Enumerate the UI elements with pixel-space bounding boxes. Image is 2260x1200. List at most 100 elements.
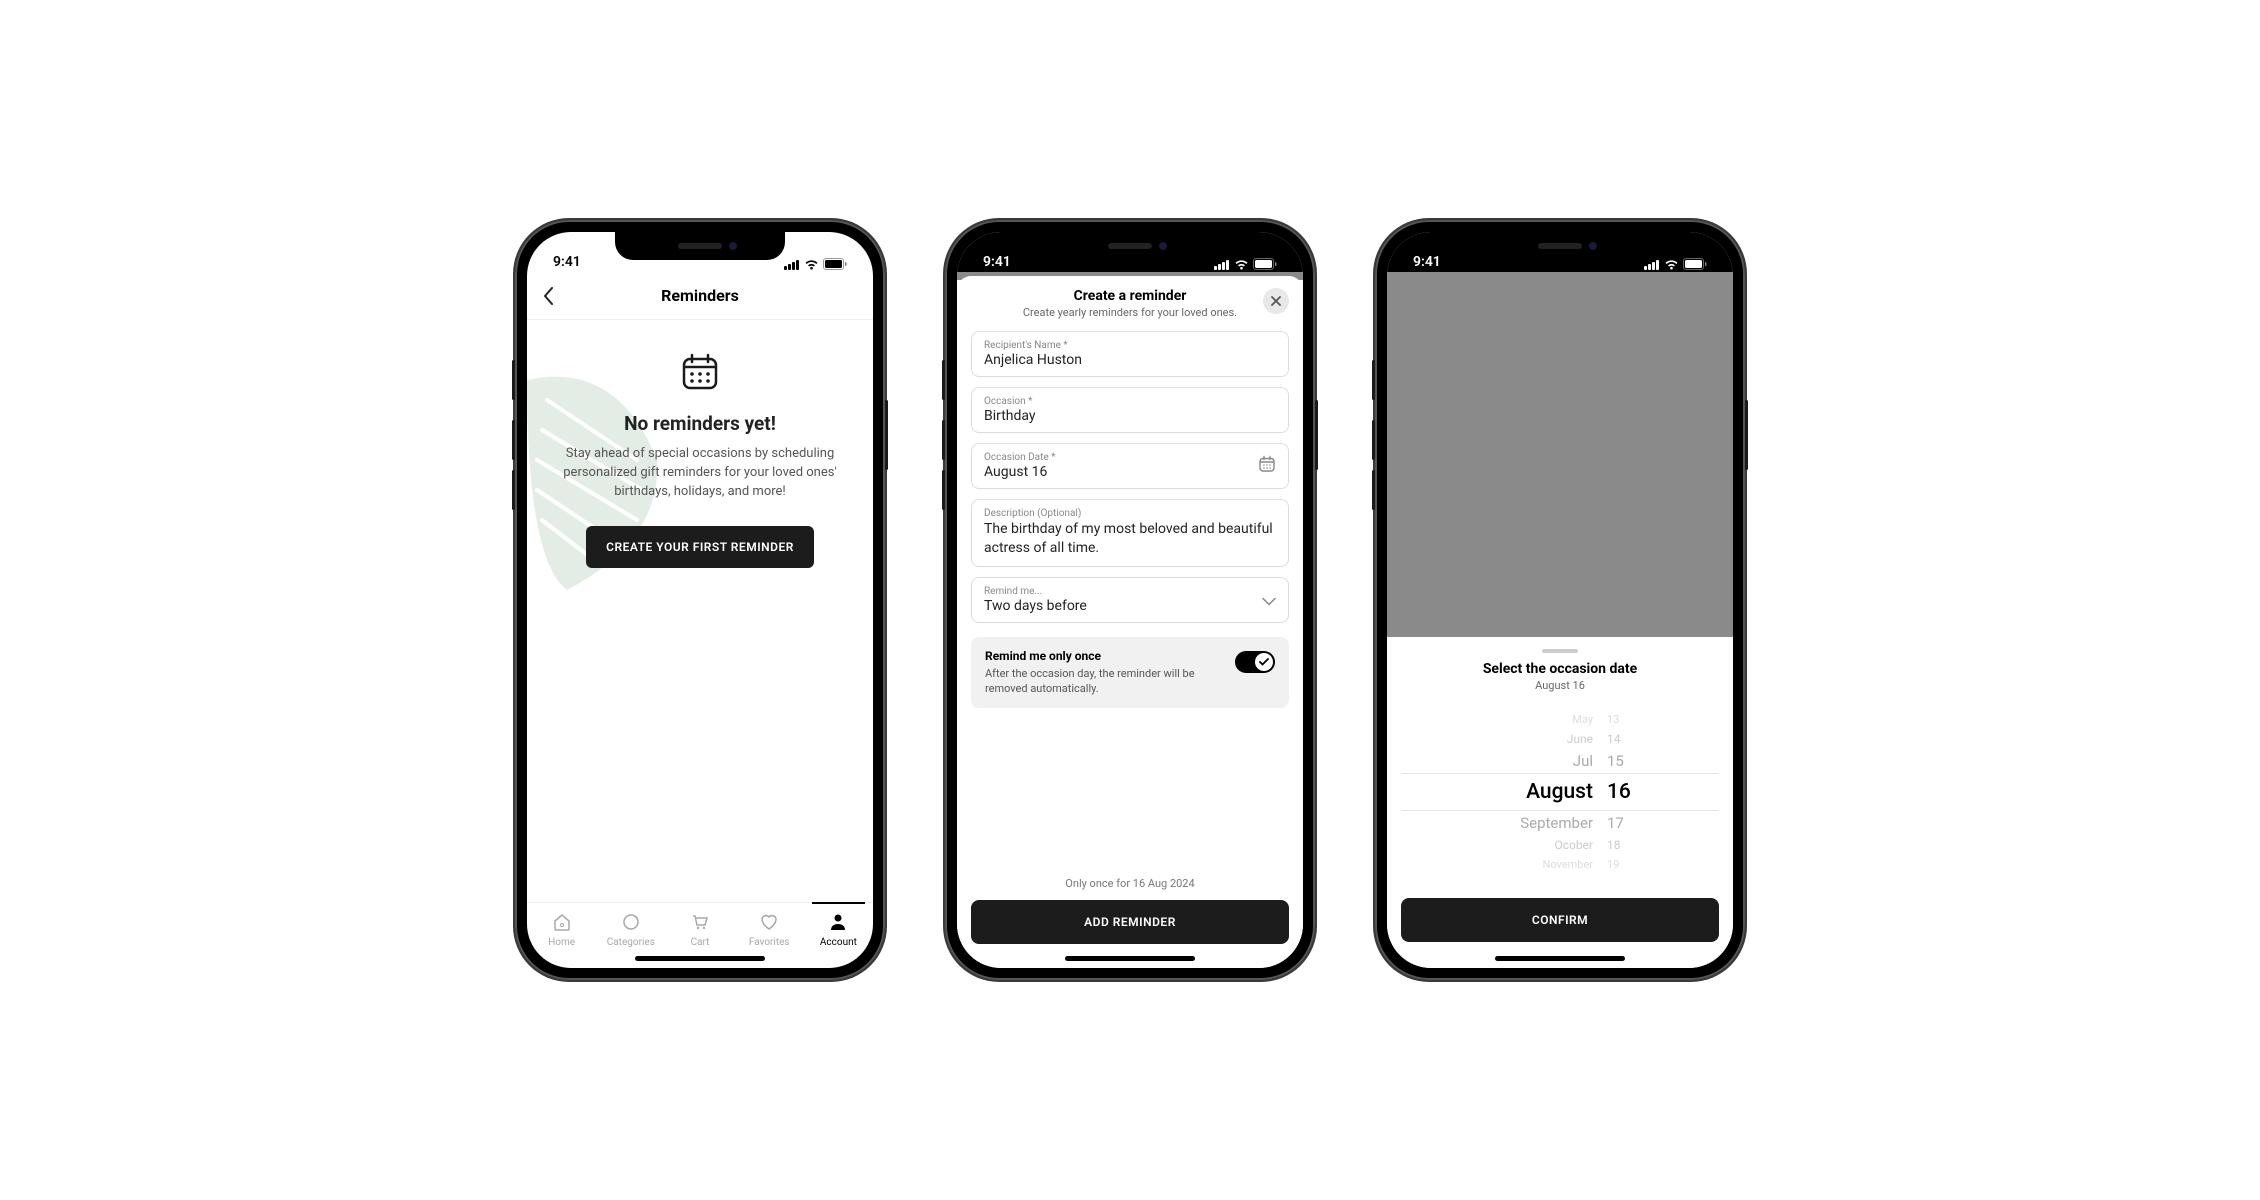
description-field[interactable]: Description (Optional) The birthday of m… — [971, 499, 1289, 567]
home-indicator[interactable] — [1065, 956, 1195, 961]
screen-date-picker: 9:41 Select the occasion date August 16 … — [1387, 232, 1733, 968]
cellular-icon — [1214, 259, 1230, 270]
picker-day: 14 — [1607, 732, 1637, 746]
notch — [615, 232, 785, 260]
calendar-icon — [1258, 455, 1276, 477]
chevron-down-icon — [1262, 590, 1276, 609]
date-picker-sheet: Select the occasion date August 16 May 13… — [1387, 637, 1733, 968]
picker-month: June — [1483, 732, 1593, 746]
tab-label: Home — [548, 937, 575, 948]
home-indicator[interactable] — [635, 956, 765, 961]
phone-frame-3: 9:41 Select the occasion date August 16 … — [1375, 220, 1745, 980]
battery-icon — [823, 258, 847, 270]
sheet-title: Create a reminder — [971, 288, 1289, 304]
picker-day-selected: 16 — [1607, 780, 1637, 804]
picker-day: 19 — [1607, 858, 1637, 871]
status-icons — [784, 258, 847, 270]
tab-account[interactable]: Account — [804, 911, 873, 948]
empty-state: No reminders yet! Stay ahead of special … — [527, 320, 873, 902]
wifi-icon — [804, 259, 819, 270]
wifi-icon — [1234, 259, 1249, 270]
field-label: Description (Optional) — [984, 508, 1276, 519]
toggle-knob — [1255, 653, 1273, 671]
status-time: 9:41 — [553, 254, 581, 270]
tab-home[interactable]: Home — [527, 911, 596, 948]
calendar-icon — [680, 352, 720, 392]
home-indicator[interactable] — [1495, 956, 1625, 961]
remind-once-box: Remind me only once After the occasion d… — [971, 637, 1289, 709]
drag-handle[interactable] — [1542, 649, 1578, 653]
picker-day: 13 — [1607, 713, 1637, 726]
status-icons — [1214, 258, 1277, 270]
footer-caption: Only once for 16 Aug 2024 — [971, 877, 1289, 890]
picker-subtitle: August 16 — [1401, 679, 1719, 692]
heart-icon — [758, 911, 780, 933]
notch — [1045, 232, 1215, 260]
confirm-button[interactable]: CONFIRM — [1401, 898, 1719, 942]
field-value: August 16 — [984, 464, 1276, 480]
add-reminder-button[interactable]: ADD REMINDER — [971, 900, 1289, 944]
picker-month: November — [1483, 858, 1593, 871]
screen-create-reminder: 9:41 Create a reminder Create yearly rem… — [957, 232, 1303, 968]
picker-month: September — [1483, 814, 1593, 832]
field-value: Birthday — [984, 408, 1276, 424]
screen-reminders-empty: 9:41 Reminders No reminders yet! Stay ah… — [527, 232, 873, 968]
cellular-icon — [1644, 259, 1660, 270]
occasion-field[interactable]: Occasion * Birthday — [971, 387, 1289, 433]
close-button[interactable] — [1263, 288, 1289, 314]
create-reminder-sheet: Create a reminder Create yearly reminder… — [957, 276, 1303, 968]
backdrop[interactable] — [1387, 272, 1733, 637]
page-title: Reminders — [543, 286, 857, 305]
cart-icon — [689, 911, 711, 933]
date-wheel-picker[interactable]: May13 June14 Jul15 August16 September17 … — [1401, 710, 1719, 880]
phone-frame-2: 9:41 Create a reminder Create yearly rem… — [945, 220, 1315, 980]
wifi-icon — [1664, 259, 1679, 270]
person-icon — [827, 911, 849, 933]
empty-description: Stay ahead of special occasions by sched… — [547, 445, 853, 502]
tab-categories[interactable]: Categories — [596, 911, 665, 948]
tab-cart[interactable]: Cart — [665, 911, 734, 948]
categories-icon — [620, 911, 642, 933]
sheet-footer: Only once for 16 Aug 2024 ADD REMINDER — [971, 867, 1289, 968]
tab-label: Categories — [607, 937, 655, 948]
home-icon — [551, 911, 573, 933]
field-value: Anjelica Huston — [984, 352, 1276, 368]
picker-day: 15 — [1607, 752, 1637, 770]
tab-label: Cart — [691, 937, 710, 948]
tab-label: Account — [820, 937, 857, 948]
recipient-name-field[interactable]: Recipient's Name * Anjelica Huston — [971, 331, 1289, 377]
empty-title: No reminders yet! — [547, 412, 853, 435]
cellular-icon — [784, 259, 800, 270]
tab-favorites[interactable]: Favorites — [735, 911, 804, 948]
picker-day: 17 — [1607, 814, 1637, 832]
picker-month: Ocober — [1483, 838, 1593, 852]
status-time: 9:41 — [1413, 254, 1441, 270]
field-label: Occasion Date * — [984, 452, 1276, 463]
picker-title: Select the occasion date — [1401, 661, 1719, 677]
notch — [1475, 232, 1645, 260]
field-label: Recipient's Name * — [984, 340, 1276, 351]
picker-month-selected: August — [1483, 780, 1593, 804]
create-reminder-button[interactable]: CREATE YOUR FIRST REMINDER — [586, 526, 814, 568]
top-bar: Reminders — [527, 272, 873, 320]
phone-frame-1: 9:41 Reminders No reminders yet! Stay ah… — [515, 220, 885, 980]
field-label: Remind me... — [984, 586, 1276, 597]
field-label: Occasion * — [984, 396, 1276, 407]
picker-month: Jul — [1483, 752, 1593, 770]
field-value: The birthday of my most beloved and beau… — [984, 520, 1276, 558]
picker-month: May — [1483, 713, 1593, 726]
picker-day: 18 — [1607, 838, 1637, 852]
occasion-date-field[interactable]: Occasion Date * August 16 — [971, 443, 1289, 489]
status-icons — [1644, 258, 1707, 270]
check-icon — [1259, 658, 1269, 666]
remind-me-field[interactable]: Remind me... Two days before — [971, 577, 1289, 623]
status-time: 9:41 — [983, 254, 1011, 270]
battery-icon — [1683, 258, 1707, 270]
remind-once-title: Remind me only once — [985, 649, 1223, 663]
sheet-subtitle: Create yearly reminders for your loved o… — [971, 306, 1289, 319]
tab-label: Favorites — [749, 937, 790, 948]
close-icon — [1271, 296, 1281, 306]
field-value: Two days before — [984, 598, 1276, 614]
battery-icon — [1253, 258, 1277, 270]
remind-once-toggle[interactable] — [1235, 651, 1275, 673]
